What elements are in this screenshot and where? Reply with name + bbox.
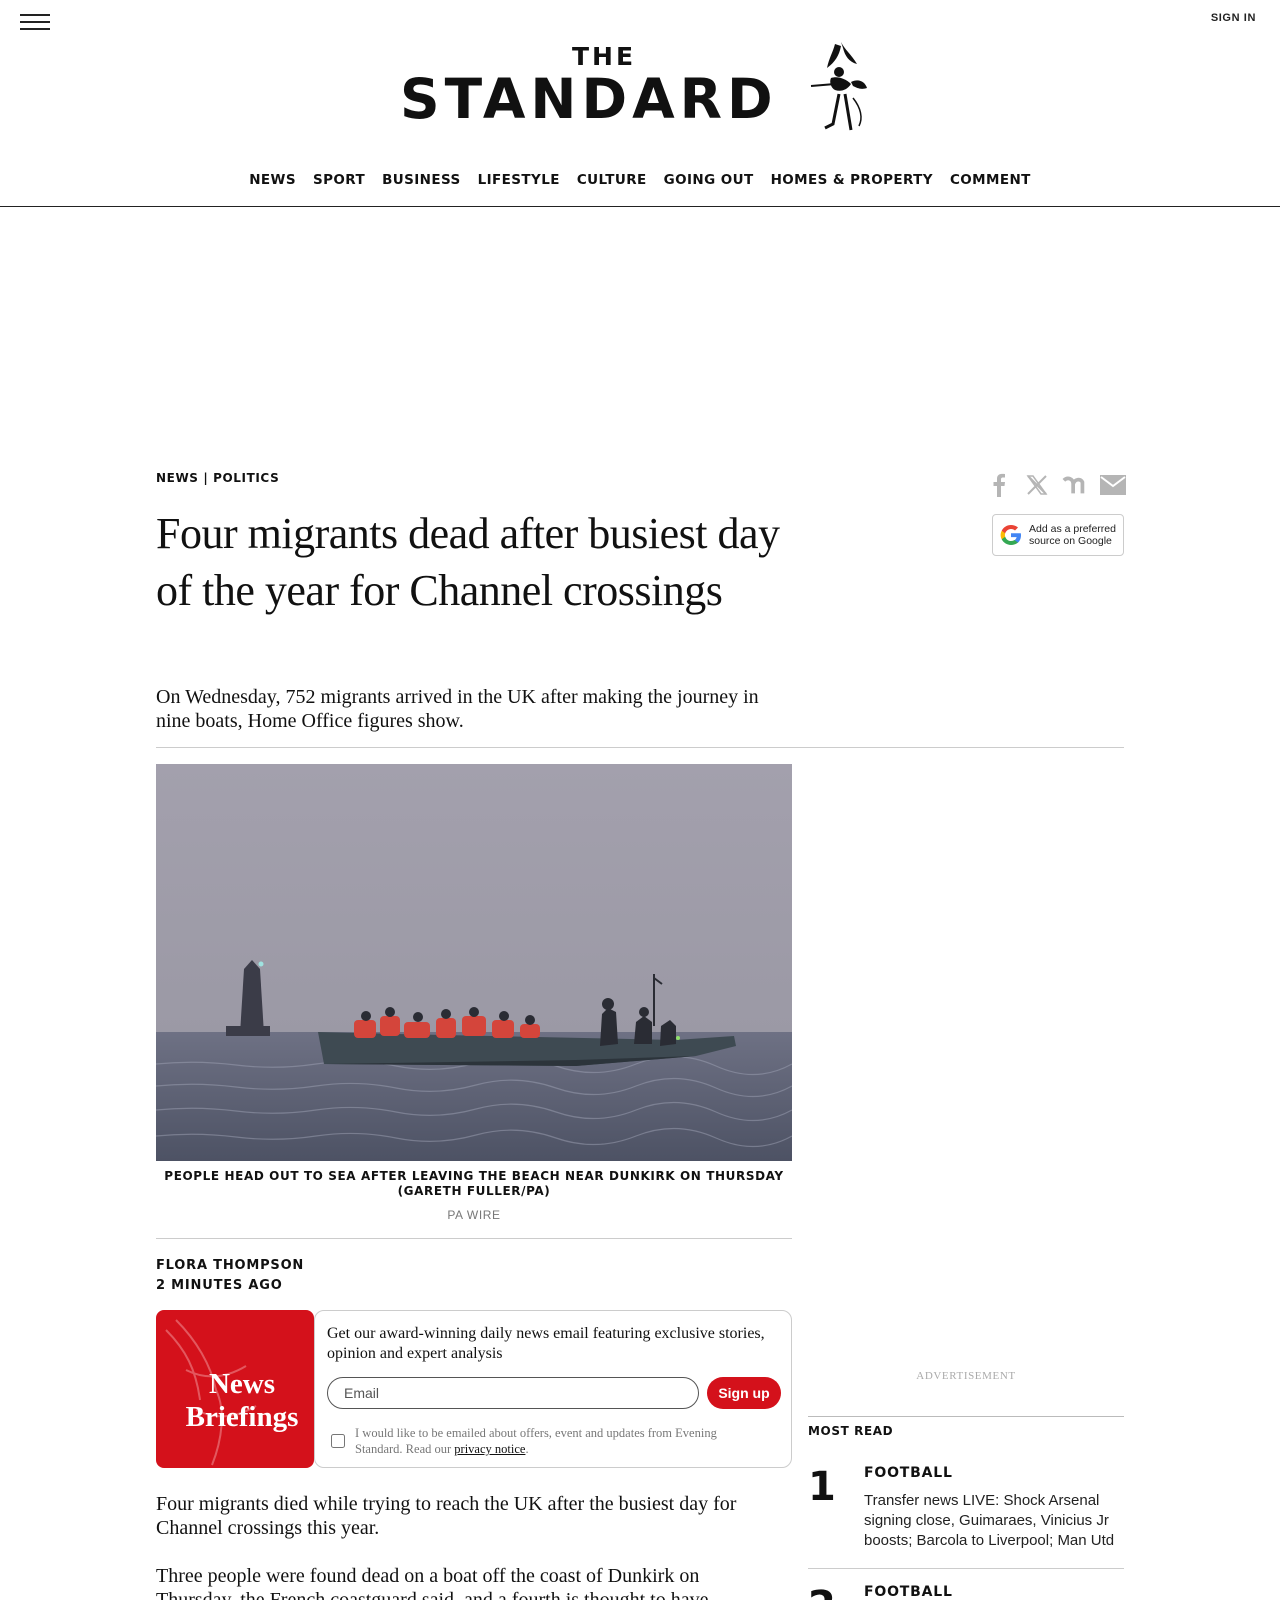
caption-line-2: (GARETH FULLER/PA) <box>397 1184 551 1198</box>
most-read-divider <box>808 1416 1124 1417</box>
article-headline: Four migrants dead after busiest day of … <box>156 509 780 615</box>
hero-image[interactable] <box>156 764 792 1161</box>
google-preferred-source-button[interactable]: Add as a preferred source on Google <box>992 514 1124 556</box>
article-paragraph-2: Three people were found dead on a boat o… <box>156 1565 709 1600</box>
breadcrumb-separator: | <box>203 471 209 485</box>
menu-icon[interactable] <box>20 14 50 32</box>
image-divider <box>156 1238 792 1239</box>
nav-business[interactable]: BUSINESS <box>382 172 461 188</box>
most-read-title: MOST READ <box>808 1424 894 1438</box>
most-read-item-2[interactable]: 2 FOOTBALL <box>808 1584 1124 1600</box>
google-pref-line1: Add as a preferred <box>1029 523 1116 535</box>
sign-up-button[interactable]: Sign up <box>707 1377 781 1409</box>
consent-text: I would like to be emailed about offers,… <box>355 1425 765 1457</box>
eros-statue-icon <box>810 42 867 131</box>
breadcrumb-politics[interactable]: POLITICS <box>213 471 279 485</box>
newsletter-pitch: Get our award-winning daily news email f… <box>327 1325 765 1362</box>
site-logo[interactable]: THE STANDARD <box>400 42 870 137</box>
news-briefings-badge: News Briefings <box>156 1310 314 1468</box>
author-name[interactable]: FLORA THOMPSON <box>156 1256 304 1276</box>
logo-standard: STANDARD <box>400 67 778 131</box>
most-read-rank: 2 <box>808 1584 836 1600</box>
consent-end: . <box>525 1442 529 1456</box>
badge-line-1: News <box>208 1368 276 1400</box>
share-bar <box>986 472 1126 498</box>
facebook-icon[interactable] <box>986 472 1012 498</box>
newsnow-icon[interactable] <box>1062 472 1088 498</box>
nav-divider <box>0 206 1280 207</box>
most-read-rank: 1 <box>808 1464 836 1510</box>
nav-comment[interactable]: COMMENT <box>950 172 1031 188</box>
caption-line-1: PEOPLE HEAD OUT TO SEA AFTER LEAVING THE… <box>164 1169 784 1183</box>
privacy-notice-link[interactable]: privacy notice <box>454 1442 525 1456</box>
image-caption: PEOPLE HEAD OUT TO SEA AFTER LEAVING THE… <box>156 1169 792 1199</box>
google-pref-line2: source on Google <box>1029 535 1112 547</box>
image-credit: PA WIRE <box>447 1208 501 1222</box>
breadcrumb: NEWS | POLITICS <box>156 471 279 485</box>
most-read-item-1[interactable]: 1 FOOTBALL Transfer news LIVE: Shock Ars… <box>808 1465 1124 1565</box>
email-field[interactable] <box>327 1377 699 1409</box>
nav-news[interactable]: NEWS <box>249 172 296 188</box>
most-read-separator <box>808 1568 1124 1569</box>
nav-culture[interactable]: CULTURE <box>577 172 647 188</box>
sign-in-link[interactable]: SIGN IN <box>1211 12 1256 24</box>
newsletter-signup: News Briefings Get our award-winning dai… <box>156 1310 792 1468</box>
news-briefings-title: News Briefings <box>172 1368 312 1434</box>
breadcrumb-news[interactable]: NEWS <box>156 471 199 485</box>
email-icon[interactable] <box>1100 472 1126 498</box>
newsletter-form: Get our award-winning daily news email f… <box>314 1310 792 1468</box>
consent-copy: I would like to be emailed about offers,… <box>355 1426 717 1456</box>
most-read-category: FOOTBALL <box>864 1465 953 1481</box>
migrant-boat-photo <box>156 764 792 1161</box>
header-divider <box>156 747 1124 748</box>
byline: FLORA THOMPSON 2 MINUTES AGO <box>156 1256 304 1296</box>
most-read-headline[interactable]: Transfer news LIVE: Shock Arsenal signin… <box>864 1491 1126 1551</box>
article-paragraph-1: Four migrants died while trying to reach… <box>156 1493 737 1539</box>
x-icon[interactable] <box>1024 472 1050 498</box>
badge-line-2: Briefings <box>185 1401 299 1433</box>
nav-going-out[interactable]: GOING OUT <box>664 172 754 188</box>
google-icon <box>1000 525 1021 545</box>
advertisement-label: ADVERTISEMENT <box>916 1370 1016 1382</box>
nav-homes-property[interactable]: HOMES & PROPERTY <box>771 172 933 188</box>
most-read-category: FOOTBALL <box>864 1584 953 1600</box>
nav-sport[interactable]: SPORT <box>313 172 365 188</box>
marketing-consent-checkbox[interactable] <box>331 1434 345 1448</box>
nav-lifestyle[interactable]: LIFESTYLE <box>478 172 560 188</box>
publish-time: 2 MINUTES AGO <box>156 1278 283 1293</box>
main-nav: NEWS SPORT BUSINESS LIFESTYLE CULTURE GO… <box>0 172 1280 188</box>
article-standfirst: On Wednesday, 752 migrants arrived in th… <box>156 686 759 732</box>
